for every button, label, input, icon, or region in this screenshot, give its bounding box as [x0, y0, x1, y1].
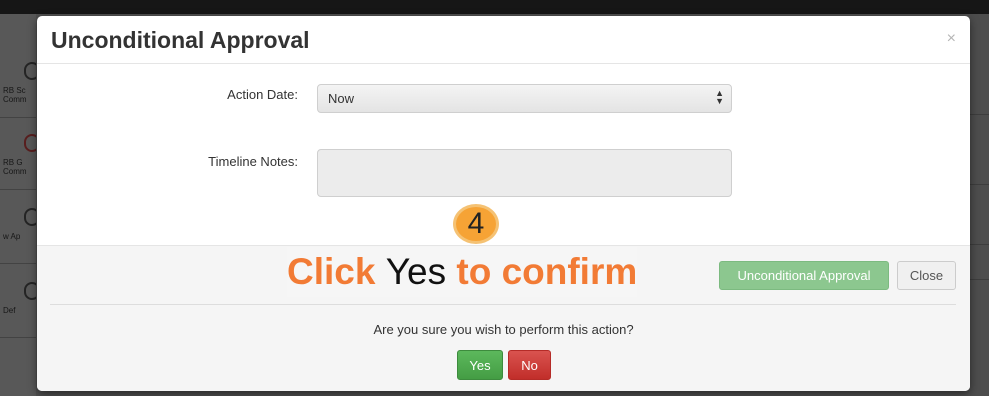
select-arrows-icon: ▲ ▼ — [715, 88, 724, 106]
timeline-notes-row: Timeline Notes: — [37, 149, 970, 199]
no-button[interactable]: No — [508, 350, 551, 380]
action-date-row: Action Date: Now ▲ ▼ — [37, 84, 970, 114]
callout-text: Yes — [385, 251, 447, 292]
instruction-callout: Click Yes to confirm — [287, 247, 638, 297]
modal-title: Unconditional Approval — [51, 27, 310, 53]
callout-text: to confirm — [446, 251, 638, 292]
timeline-notes-textarea[interactable] — [317, 149, 732, 197]
callout-text: Click — [287, 251, 386, 292]
close-button[interactable]: Close — [897, 261, 956, 290]
step-number-badge: 4 — [453, 204, 499, 244]
action-date-label: Action Date: — [227, 87, 298, 102]
action-date-select[interactable]: Now ▲ ▼ — [317, 84, 732, 113]
divider — [50, 304, 956, 305]
timeline-notes-label: Timeline Notes: — [208, 154, 298, 169]
action-date-value: Now — [328, 91, 355, 106]
modal-header: Unconditional Approval × — [37, 16, 970, 64]
unconditional-approval-modal: Unconditional Approval × Action Date: No… — [37, 16, 970, 391]
unconditional-approval-button[interactable]: Unconditional Approval — [719, 261, 889, 290]
close-icon[interactable]: × — [947, 30, 956, 48]
yes-button[interactable]: Yes — [457, 350, 503, 380]
confirm-question: Are you sure you wish to perform this ac… — [373, 322, 634, 337]
